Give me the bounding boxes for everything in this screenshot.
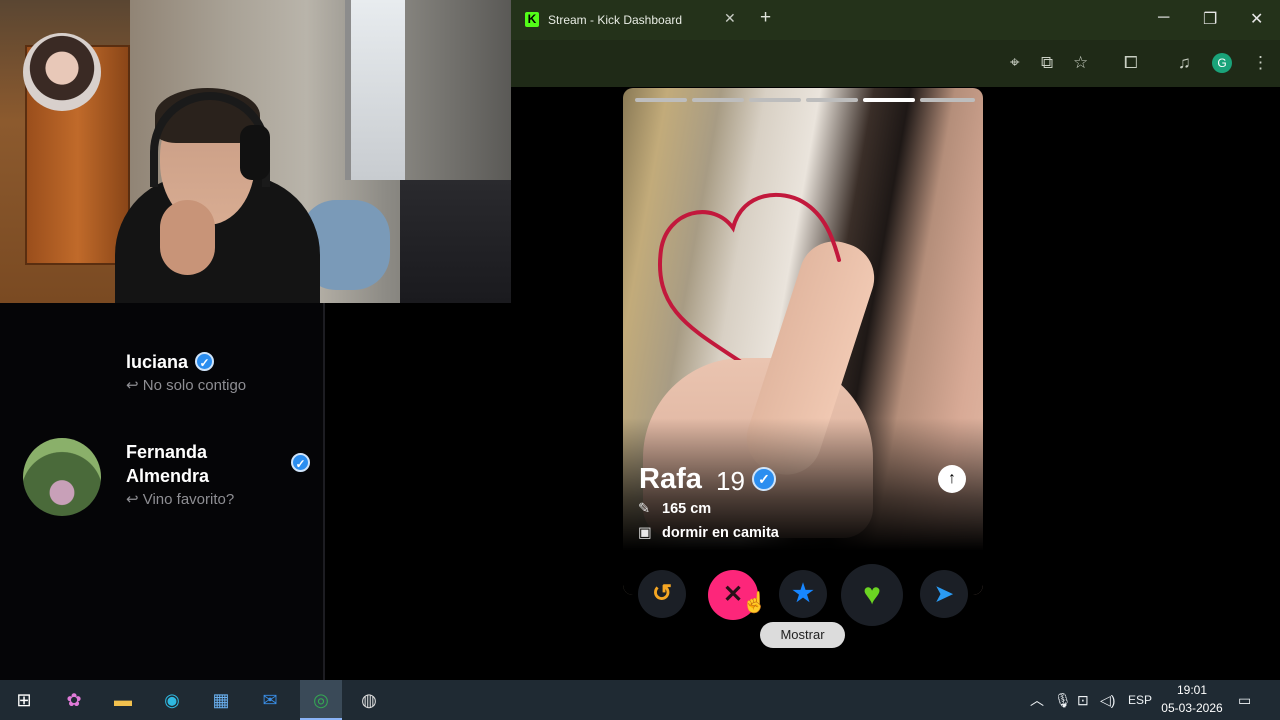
edge-browser-icon[interactable]: ◉ [160,688,184,712]
language-indicator[interactable]: ESP [1128,691,1152,709]
photo-progress-segment[interactable] [806,98,858,102]
boost-button[interactable]: ➤ [920,570,968,618]
new-tab-icon[interactable]: + [760,7,771,29]
profile-avatar[interactable]: G [1212,53,1232,73]
outlook-icon[interactable]: ✉ [258,688,282,712]
extensions-icon[interactable]: ⧠ [1124,53,1138,73]
tab-title[interactable]: Stream - Kick Dashboard [548,12,682,28]
avatar[interactable] [23,33,101,111]
network-icon[interactable]: ⊡ [1077,691,1089,709]
contact-last-message: ↩ No solo contigo [126,377,247,394]
photo-progress-segment[interactable] [635,98,687,102]
profile-job: dormir en camita [662,525,779,541]
super-like-button[interactable]: ★ [779,570,827,618]
chrome-icon[interactable]: ◎ [309,688,333,712]
clock-time[interactable]: 19:01 [1176,683,1208,697]
minimize-icon[interactable]: ─ [1158,9,1169,27]
profile-age: 19 [716,466,745,496]
briefcase-icon: ▣ [638,525,652,541]
rewind-button[interactable]: ↺ [638,570,686,618]
verified-badge-icon: ✓ [195,352,214,371]
file-explorer-icon[interactable]: ▬ [111,688,135,712]
copilot-icon[interactable]: ✿ [62,688,86,712]
restore-icon[interactable]: ❐ [1203,9,1217,29]
menu-kebab-icon[interactable]: ⋮ [1252,53,1269,73]
volume-icon[interactable]: ◁) [1100,691,1115,709]
like-button[interactable]: ♥ [841,564,903,626]
verified-badge-icon: ✓ [752,467,776,491]
kick-logo-icon: K [525,12,539,27]
close-window-icon[interactable]: ✕ [1250,9,1263,29]
desktop-screen: luciana ✓ ↩ No solo contigo Fernanda Alm… [0,0,1280,720]
contact-last-message: ↩ Vino favorito? [126,491,235,508]
tray-expand-chevron-icon[interactable]: ︿ [1030,691,1044,709]
profile-height-row: ✎ 165 cm [638,500,711,518]
profile-job-row: ▣ dormir en camita [638,524,779,542]
headphone-cup [240,125,270,180]
webcam-desk [400,180,511,303]
tab-close-icon[interactable]: ✕ [724,10,736,27]
hand-cursor-icon: ☝ [742,592,767,614]
location-icon[interactable]: ⌖ [1010,53,1020,73]
clock-date[interactable]: 05-03-2026 [1160,701,1224,715]
microsoft-store-icon[interactable]: ▦ [209,688,233,712]
photo-progress-segment[interactable] [920,98,975,102]
expand-profile-button[interactable]: ↑ [938,465,966,493]
photo-progress-segment[interactable] [749,98,801,102]
drawn-heart-doodle [657,192,841,360]
tooltip: Mostrar [760,622,845,648]
contact-name[interactable]: luciana [126,350,188,374]
address-bar[interactable] [521,46,1001,80]
ruler-icon: ✎ [638,501,651,517]
windows-start-icon[interactable]: ⊞ [12,688,36,712]
profile-name: Rafa [639,463,702,495]
install-app-icon[interactable]: ⧉ [1041,53,1053,73]
streamer-hand [160,200,215,275]
photo-progress-segment-active[interactable] [863,98,915,102]
profile-height: 165 cm [662,501,712,517]
obs-recording-icon[interactable]: ◍ [357,688,381,712]
photo-progress-segment[interactable] [692,98,744,102]
contact-name[interactable]: Fernanda [126,440,207,464]
microphone-icon[interactable]: 🎙︎ [1054,691,1072,709]
contact-name-continued[interactable]: Almendra [126,464,209,488]
avatar[interactable] [23,438,101,516]
verified-badge-icon: ✓ [291,453,310,472]
webcam-window [345,0,405,180]
notifications-icon[interactable]: ▭ [1238,691,1251,709]
media-control-icon[interactable]: ♫ [1178,53,1191,73]
bookmark-star-icon[interactable]: ☆ [1073,53,1088,73]
